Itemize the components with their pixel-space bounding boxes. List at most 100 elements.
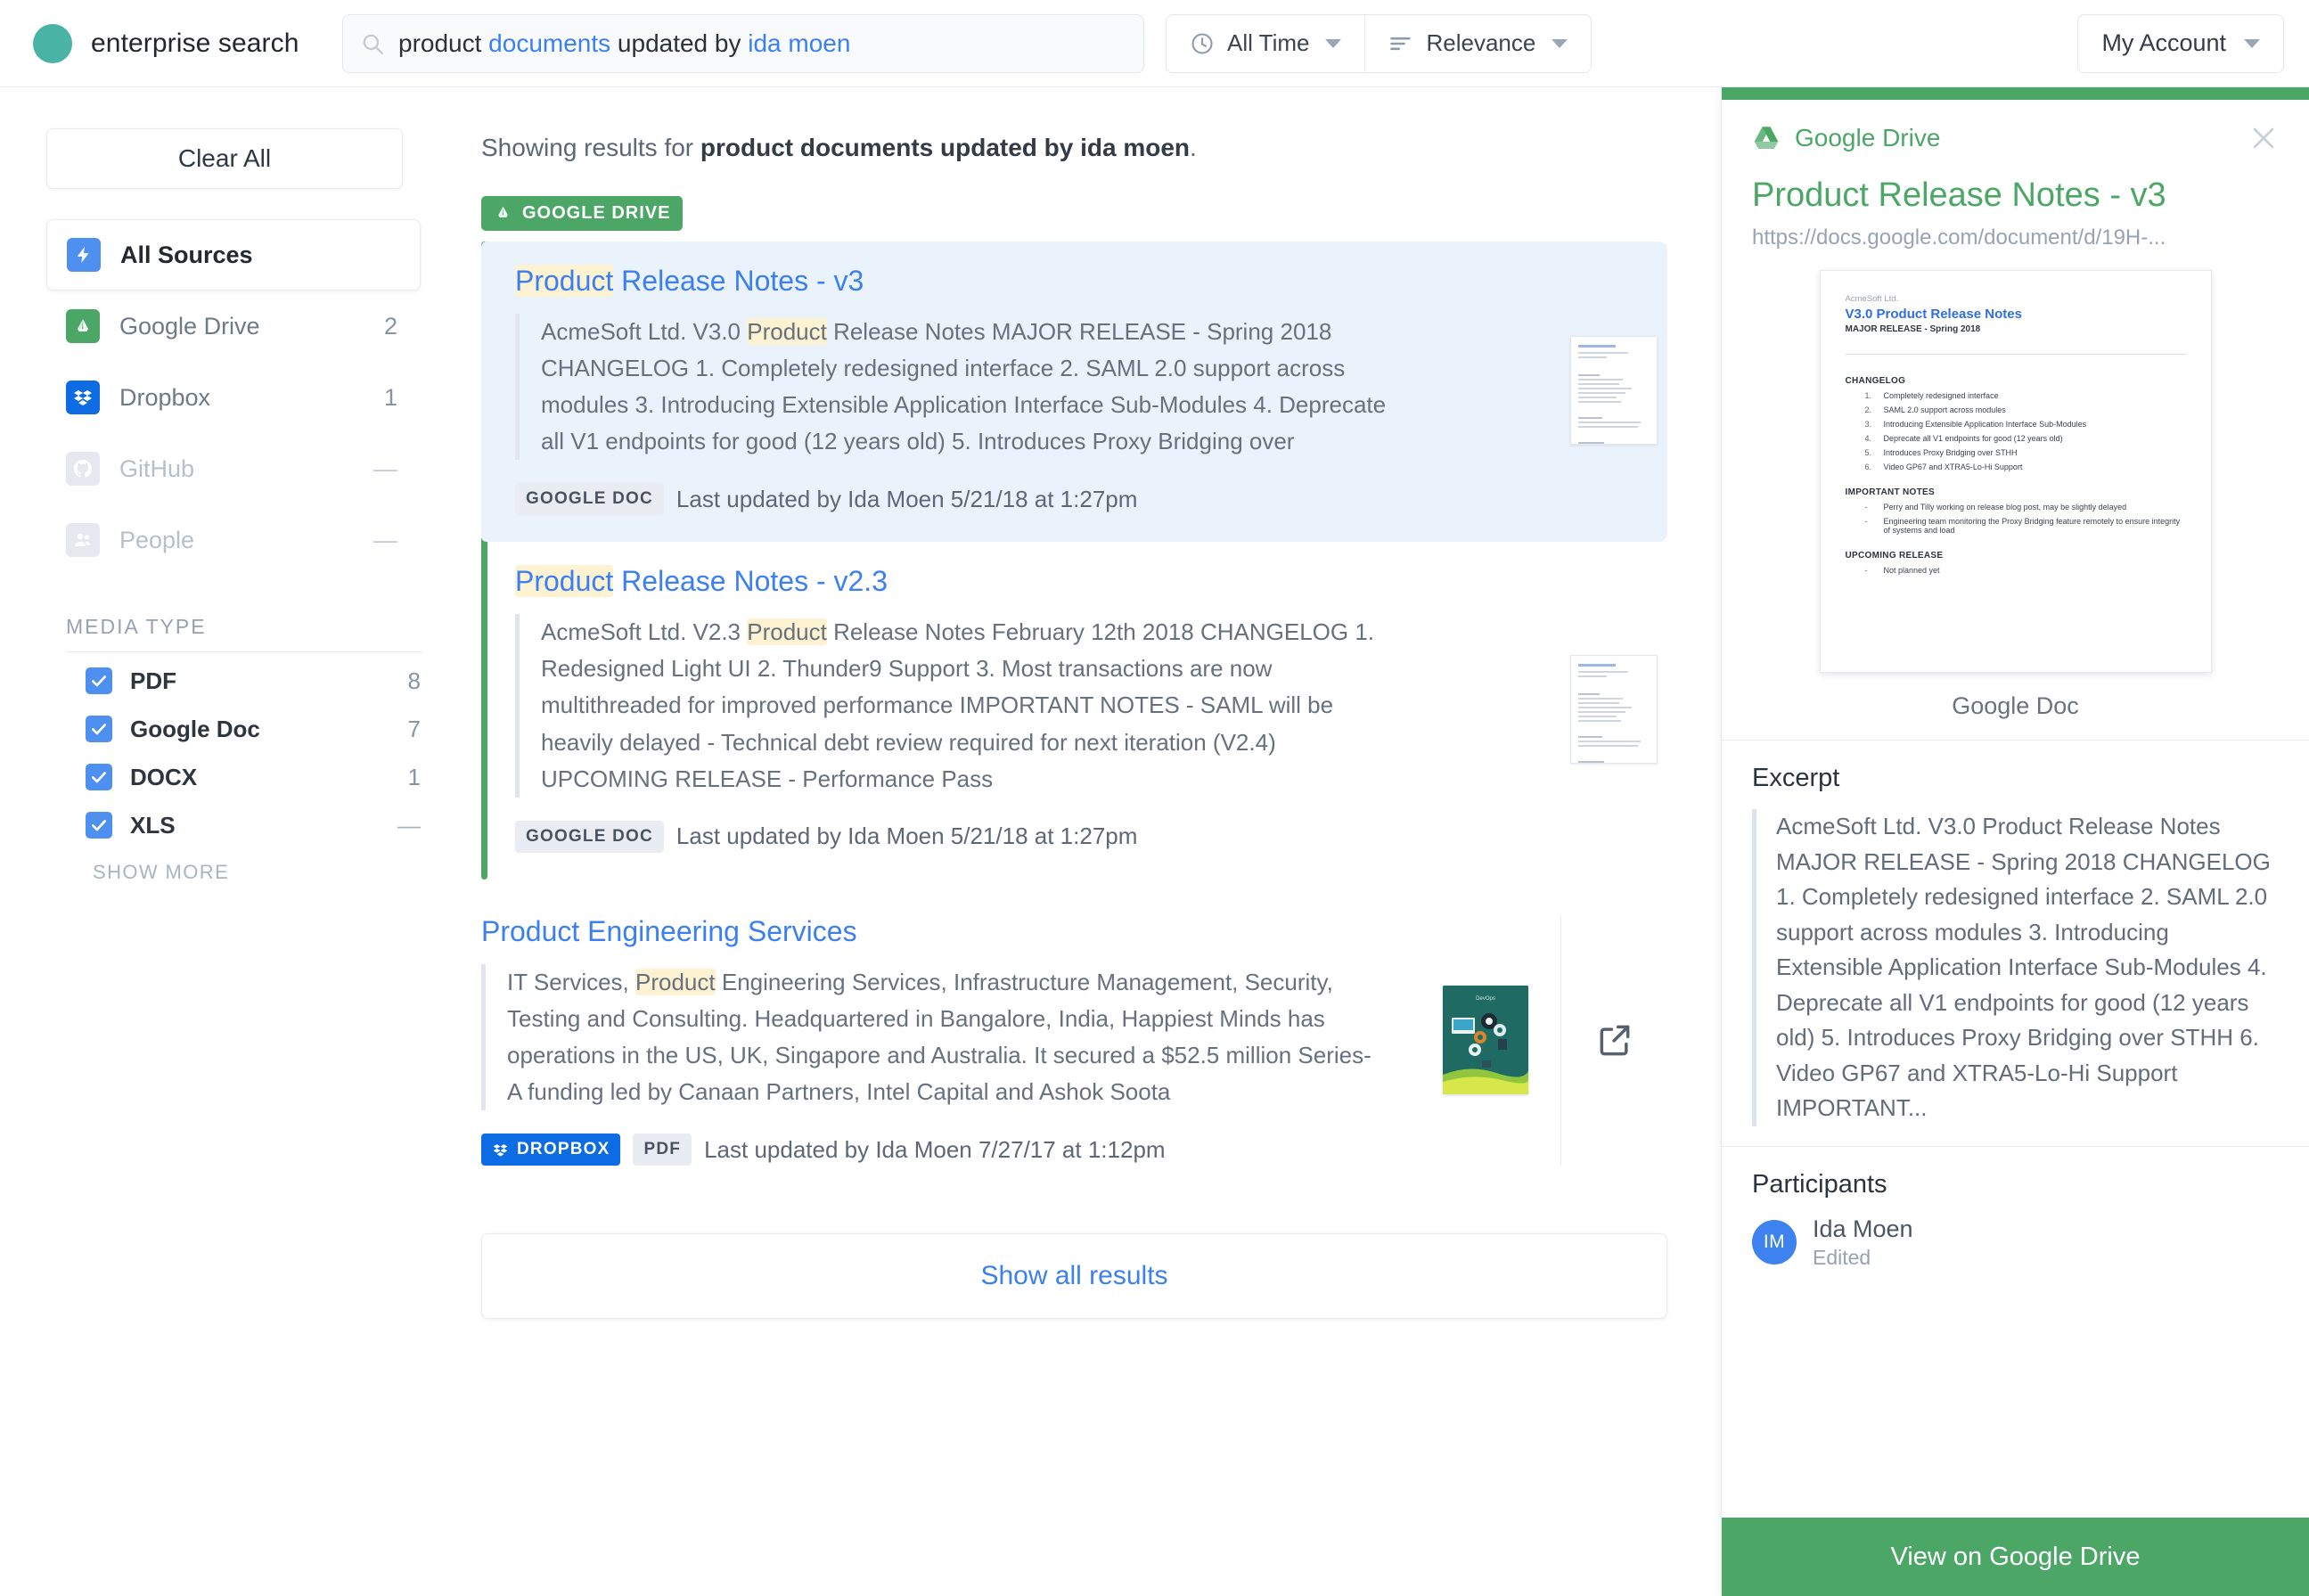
google-drive-icon [66,309,100,343]
checkbox-icon[interactable] [86,716,112,742]
preview-caption: Google Doc [1952,692,2079,719]
enterprise-search-app: enterprise search product documents upda… [0,0,2309,1596]
search-container: product documents updated by ida moen [342,13,1144,73]
result-title[interactable]: Product Release Notes - v2.3 [515,565,888,598]
checkbox-icon[interactable] [86,764,112,790]
source-filter-label: GitHub [119,454,195,482]
source-filter-label: All Sources [120,241,253,268]
result-meta: GOOGLE DOC Last updated by Ida Moen 5/21… [515,820,1521,853]
my-account-button[interactable]: My Account [2077,13,2284,73]
participant-row[interactable]: IM Ida Moen Edited [1752,1215,2279,1270]
result-updated-text: Last updated by Ida Moen 5/21/18 at 1:27… [676,823,1138,850]
media-type-heading: MEDIA TYPE [66,615,422,652]
github-icon [66,452,100,486]
search-result-item[interactable]: Product Release Notes - v2.3 AcmeSoft Lt… [481,542,1667,879]
media-type-label: XLS [130,811,176,839]
source-filter-all-sources[interactable]: All Sources [46,219,421,291]
media-type-count: 7 [407,715,421,742]
source-filter-count: — [373,526,397,553]
result-thumbnail[interactable]: DevOps [1432,915,1539,1166]
excerpt-body: AcmeSoft Ltd. V3.0 Product Release Notes… [1752,809,2279,1126]
source-filter-list: All Sources Google Drive 2 Dropbox 1 Git… [46,219,421,576]
result-snippet: AcmeSoft Ltd. V2.3 Product Release Notes… [515,614,1406,798]
sort-filter-button[interactable]: Relevance [1364,14,1591,72]
clock-icon [1191,32,1213,54]
result-meta: GOOGLE DOC Last updated by Ida Moen 5/21… [515,483,1521,516]
close-icon[interactable] [2248,123,2279,153]
avatar: IM [1752,1220,1797,1265]
source-filter-github[interactable]: GitHub — [46,433,421,504]
source-filter-dropbox[interactable]: Dropbox 1 [46,362,421,433]
media-type-google-doc[interactable]: Google Doc 7 [46,709,421,749]
panel-source-row: Google Drive [1752,123,2279,153]
participant-role: Edited [1813,1245,1871,1269]
checkbox-icon[interactable] [86,812,112,839]
view-on-google-drive-button[interactable]: View on Google Drive [1722,1518,2309,1596]
source-filter-count: 1 [383,383,397,411]
dropbox-icon [66,381,100,414]
brand[interactable]: enterprise search [30,21,333,66]
media-type-label: DOCX [130,763,198,790]
media-type-label: Google Doc [130,715,260,742]
result-thumbnail[interactable] [1560,565,1667,852]
chevron-down-icon [2244,38,2260,48]
show-all-results-button[interactable]: Show all results [481,1233,1667,1320]
source-chip-label: GOOGLE DRIVE [522,203,671,223]
result-title[interactable]: Product Release Notes - v3 [515,265,864,298]
source-chip-google-drive: GOOGLE DRIVE [481,196,684,231]
panel-preview-wrapper: AcmeSoft Ltd. V3.0 Product Release Notes… [1722,250,2309,720]
media-type-count: — [397,811,421,839]
search-input[interactable]: product documents updated by ida moen [342,13,1144,73]
result-snippet: AcmeSoft Ltd. V3.0 Product Release Notes… [515,314,1406,461]
preview-section: IMPORTANT NOTES - Perry and Tilly working… [1846,487,2186,535]
media-type-list: PDF 8 Google Doc 7 DOCX 1 XLS — [46,661,481,845]
result-thumbnail[interactable] [1560,265,1667,515]
media-type-docx[interactable]: DOCX 1 [46,757,421,797]
panel-document-url[interactable]: https://docs.google.com/document/d/19H-.… [1752,225,2279,250]
results-column: Showing results for product documents up… [481,87,1721,1596]
devops-cover-thumbnail: DevOps [1443,986,1528,1095]
checkbox-icon[interactable] [86,667,112,694]
source-filter-people[interactable]: People — [46,504,421,576]
media-type-label: PDF [130,667,176,694]
source-filter-label: People [119,526,195,553]
dropbox-icon [493,1143,508,1157]
result-groups: GOOGLE DRIVE Product Release Notes - v3 … [481,196,1667,880]
search-icon [363,34,384,54]
search-result-item[interactable]: Product Release Notes - v3 AcmeSoft Ltd.… [481,241,1667,543]
result-updated-text: Last updated by Ida Moen 7/27/17 at 1:12… [704,1135,1166,1163]
search-query-text: product documents updated by ida moen [398,29,851,57]
document-thumbnail[interactable] [1570,654,1658,764]
document-thumbnail[interactable] [1570,335,1658,445]
participants-list: IM Ida Moen Edited [1752,1215,2279,1270]
source-filter-count: — [373,454,397,482]
media-type-xls[interactable]: XLS — [46,806,421,845]
search-result-item[interactable]: Product Engineering Services IT Services… [481,892,1667,1192]
external-link-icon[interactable] [1595,1020,1634,1060]
preview-section: UPCOMING RELEASE - Not planned yet [1846,551,2186,575]
preview-divider [1845,354,2186,355]
preview-subheading: MAJOR RELEASE - Spring 2018 [1845,324,1981,334]
top-bar: enterprise search product documents upda… [0,0,2309,87]
preview-list-item: 2. SAML 2.0 support across modules [1864,405,2006,414]
panel-source-name: Google Drive [1795,124,1941,151]
result-open-external[interactable] [1560,914,1667,1166]
chevron-down-icon [1552,38,1568,48]
media-type-count: 8 [407,667,421,694]
sort-icon [1390,37,1412,50]
preview-heading: V3.0 Product Release Notes [1845,307,2022,322]
filter-group: All Time Relevance [1166,13,1593,73]
panel-accent-bar [1722,87,2309,100]
clear-all-button[interactable]: Clear All [46,128,403,189]
media-type-pdf[interactable]: PDF 8 [46,661,421,700]
time-filter-button[interactable]: All Time [1167,15,1364,72]
showing-results-text: Showing results for product documents up… [481,134,1197,161]
brand-name: enterprise search [91,28,299,58]
source-filter-google-drive[interactable]: Google Drive 2 [46,291,421,362]
bolt-icon [67,238,101,272]
sort-filter-label: Relevance [1426,29,1536,56]
show-more-button[interactable]: SHOW MORE [93,861,481,884]
document-preview[interactable]: AcmeSoft Ltd. V3.0 Product Release Notes… [1819,270,2212,673]
media-type-count: 1 [407,763,421,790]
result-title[interactable]: Product Engineering Services [481,915,857,948]
